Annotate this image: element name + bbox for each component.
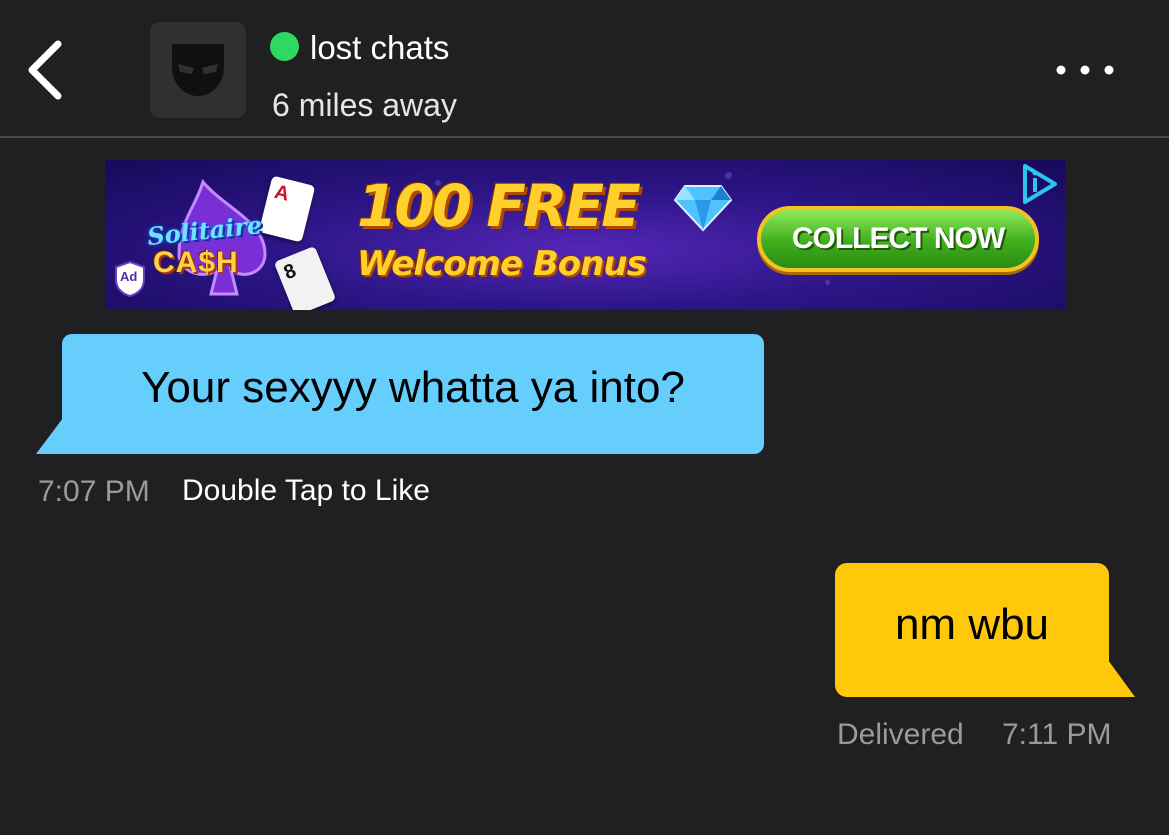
back-button[interactable] xyxy=(18,34,78,104)
double-tap-to-like-hint[interactable]: Double Tap to Like xyxy=(182,473,430,509)
mask-icon xyxy=(172,44,224,96)
outgoing-message-time: 7:11 PM xyxy=(1002,718,1112,751)
ad-sparkle xyxy=(825,280,830,285)
ad-banner[interactable]: A 8 Solitaire CA$H Ad 100 FREE Welcome B… xyxy=(105,160,1065,310)
delivery-status: Delivered xyxy=(837,718,964,751)
incoming-message-bubble[interactable]: Your sexyyy whatta ya into? xyxy=(62,334,764,454)
outgoing-bubble-tail xyxy=(1108,660,1135,697)
ad-brand-logo: A 8 Solitaire CA$H xyxy=(133,175,337,310)
ad-choices-icon xyxy=(1023,164,1057,204)
ellipsis-horizontal-icon xyxy=(1056,65,1114,75)
collect-now-button[interactable]: COLLECT NOW xyxy=(757,206,1039,272)
collect-now-label: COLLECT NOW xyxy=(791,222,1005,255)
ad-badge: Ad xyxy=(113,260,147,298)
ad-headline: 100 FREE xyxy=(357,172,641,240)
ad-choices-button[interactable] xyxy=(1017,162,1061,206)
chat-header: lost chats 6 miles away xyxy=(0,0,1169,138)
online-status-dot xyxy=(270,32,299,61)
profile-name[interactable]: lost chats xyxy=(310,28,449,68)
diamond-icon xyxy=(673,185,733,232)
chevron-left-icon xyxy=(28,40,62,100)
avatar[interactable] xyxy=(150,22,246,118)
outgoing-message-text: nm wbu xyxy=(894,600,1050,649)
incoming-message-text: Your sexyyy whatta ya into? xyxy=(141,363,685,412)
incoming-bubble-tail xyxy=(36,418,63,454)
incoming-message-time: 7:07 PM xyxy=(38,475,150,508)
ad-sparkle xyxy=(725,172,732,179)
profile-distance: 6 miles away xyxy=(272,87,457,123)
ad-badge-label: Ad xyxy=(120,269,138,284)
ad-brand-line2: CA$H xyxy=(153,246,239,279)
more-options-button[interactable] xyxy=(1048,50,1122,90)
ad-subline: Welcome Bonus xyxy=(357,244,647,284)
outgoing-message-bubble[interactable]: nm wbu xyxy=(835,563,1109,697)
